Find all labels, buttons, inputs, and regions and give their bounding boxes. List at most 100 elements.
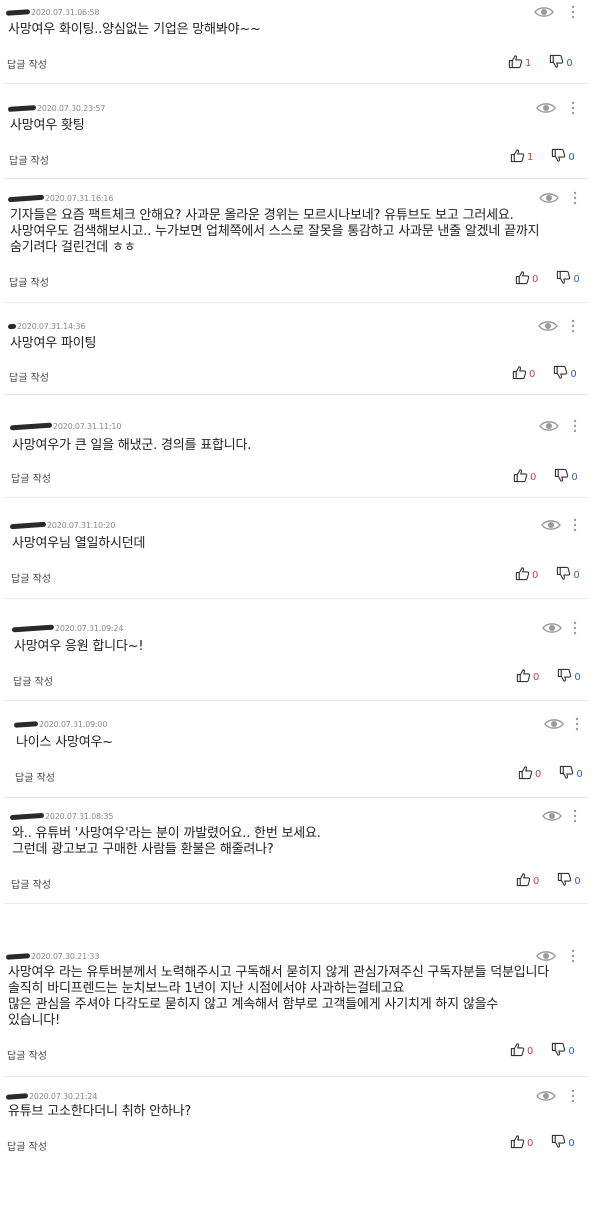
vote-bar: 00 <box>510 1042 575 1060</box>
comment-meta: 2020.07.31.10:20 <box>9 517 115 533</box>
thumbs-up-icon <box>516 668 531 686</box>
eye-icon[interactable] <box>535 1088 557 1104</box>
like-button[interactable]: 0 <box>516 668 539 686</box>
like-button[interactable]: 0 <box>510 1042 533 1060</box>
reply-button[interactable]: 답글 작성 <box>7 1138 47 1153</box>
more-vertical-icon[interactable] <box>572 190 578 206</box>
like-button[interactable]: 1 <box>508 54 531 72</box>
comment-text: 나이스 사망여우~ <box>16 735 113 750</box>
like-button[interactable]: 0 <box>510 1134 533 1152</box>
reply-button[interactable]: 답글 작성 <box>11 876 51 891</box>
like-button[interactable]: 1 <box>510 148 533 166</box>
more-vertical-icon[interactable] <box>572 517 578 533</box>
vote-bar: 00 <box>516 668 581 686</box>
eye-icon[interactable] <box>538 418 560 434</box>
dislike-count: 0 <box>573 569 580 581</box>
dislike-button[interactable]: 0 <box>557 872 581 890</box>
dislike-button[interactable]: 0 <box>557 668 581 686</box>
thumbs-up-icon <box>516 872 531 890</box>
reply-button[interactable]: 답글 작성 <box>7 1047 47 1062</box>
more-vertical-icon[interactable] <box>570 100 576 116</box>
dislike-button[interactable]: 0 <box>556 270 580 288</box>
reply-button[interactable]: 답글 작성 <box>13 673 53 688</box>
vote-bar: 10 <box>510 148 575 166</box>
more-vertical-icon[interactable] <box>572 808 578 824</box>
comment-meta: 2020.07.31.11:10 <box>9 418 121 434</box>
like-button[interactable]: 0 <box>512 365 535 383</box>
thumbs-down-icon <box>551 1042 566 1060</box>
vote-bar: 00 <box>512 365 577 383</box>
vote-bar: 00 <box>515 270 580 288</box>
author-redacted <box>7 104 37 112</box>
comment-text: 기자들은 요즘 팩트체크 안해요? 사과문 올라운 경위는 모르시나보네? 유튜… <box>10 208 540 255</box>
reply-button[interactable]: 답글 작성 <box>9 152 49 167</box>
more-vertical-icon[interactable] <box>570 1088 576 1104</box>
comment-text: 사망여우 파이팅 <box>10 336 97 351</box>
eye-icon[interactable] <box>535 948 557 964</box>
eye-icon[interactable] <box>537 318 559 334</box>
comment-text: 사망여우 라는 유투버분께서 노력해주시고 구독해서 묻히지 않게 관심가져주신… <box>8 965 550 1028</box>
like-button[interactable]: 0 <box>518 765 541 783</box>
dislike-button[interactable]: 0 <box>553 365 577 383</box>
dislike-button[interactable]: 0 <box>549 54 573 72</box>
comment-divider <box>4 598 588 599</box>
reply-button[interactable]: 답글 작성 <box>7 56 47 71</box>
more-vertical-icon[interactable] <box>570 4 576 20</box>
comment-meta: 2020.07.30.21:33 <box>5 948 99 964</box>
like-button[interactable]: 0 <box>516 872 539 890</box>
more-vertical-icon[interactable] <box>570 948 576 964</box>
dislike-count: 0 <box>576 768 583 780</box>
dislike-count: 0 <box>570 368 577 380</box>
eye-icon[interactable] <box>535 100 557 116</box>
dislike-button[interactable]: 0 <box>551 1134 575 1152</box>
like-button[interactable]: 0 <box>515 270 538 288</box>
more-vertical-icon[interactable] <box>572 418 578 434</box>
comment-divider <box>4 700 588 701</box>
thumbs-up-icon <box>510 1042 525 1060</box>
dislike-button[interactable]: 0 <box>556 566 580 584</box>
reply-button[interactable]: 답글 작성 <box>11 470 51 485</box>
eye-icon[interactable] <box>541 808 563 824</box>
comment-text: 사망여우님 열일하시던데 <box>12 536 146 551</box>
like-count: 0 <box>533 671 540 683</box>
comment-divider <box>4 1076 588 1077</box>
like-button[interactable]: 0 <box>515 566 538 584</box>
dislike-button[interactable]: 0 <box>554 468 578 486</box>
thumbs-down-icon <box>556 566 571 584</box>
more-vertical-icon[interactable] <box>574 716 580 732</box>
comment-divider <box>4 302 588 303</box>
like-count: 0 <box>532 569 539 581</box>
eye-icon[interactable] <box>533 4 555 20</box>
reply-button[interactable]: 답글 작성 <box>9 274 49 289</box>
more-vertical-icon[interactable] <box>572 620 578 636</box>
eye-icon[interactable] <box>541 620 563 636</box>
vote-bar: 00 <box>513 468 578 486</box>
comment-text: 사망여우가 큰 일을 해냈군. 경의를 표합니다. <box>12 438 252 453</box>
comment-text: 사망여우 홧팅 <box>10 118 85 133</box>
like-button[interactable]: 0 <box>513 468 536 486</box>
thumbs-up-icon <box>518 765 533 783</box>
like-count: 0 <box>529 368 536 380</box>
thumbs-down-icon <box>557 872 572 890</box>
eye-icon[interactable] <box>540 517 562 533</box>
reply-button[interactable]: 답글 작성 <box>11 570 51 585</box>
dislike-button[interactable]: 0 <box>559 765 583 783</box>
more-vertical-icon[interactable] <box>570 318 576 334</box>
dislike-count: 0 <box>571 471 578 483</box>
dislike-button[interactable]: 0 <box>551 1042 575 1060</box>
author-redacted <box>5 8 31 16</box>
reply-button[interactable]: 답글 작성 <box>9 369 49 384</box>
comment-meta: 2020.07.31.09:00 <box>13 716 108 732</box>
thumbs-down-icon <box>549 54 564 72</box>
vote-bar: 10 <box>508 54 573 72</box>
comment-date: 2020.07.31.09:00 <box>39 719 108 729</box>
thumbs-up-icon <box>515 270 530 288</box>
thumbs-down-icon <box>551 148 566 166</box>
reply-button[interactable]: 답글 작성 <box>15 769 55 784</box>
eye-icon[interactable] <box>538 190 560 206</box>
thumbs-down-icon <box>553 365 568 383</box>
eye-icon[interactable] <box>543 716 565 732</box>
comment-divider <box>4 497 588 498</box>
thumbs-up-icon <box>513 468 528 486</box>
dislike-button[interactable]: 0 <box>551 148 575 166</box>
